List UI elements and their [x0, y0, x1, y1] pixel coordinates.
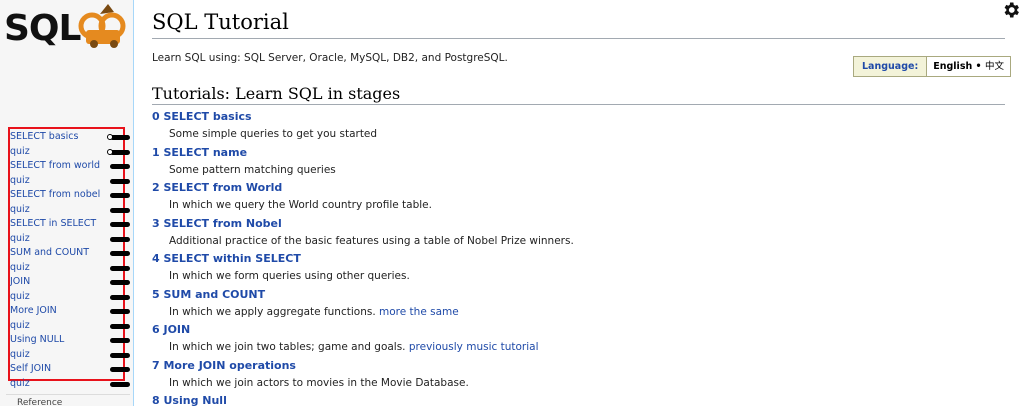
sidebar-item-label[interactable]: quiz: [10, 233, 30, 244]
sidebar-item-lesson[interactable]: SUM and COUNT: [10, 246, 133, 260]
sidebar-item-lesson[interactable]: Using NULL: [10, 333, 133, 347]
sidebar-item-quiz[interactable]: quiz: [10, 174, 133, 188]
tutorial-description: In which we join two tables; game and go…: [169, 341, 539, 353]
sidebar-item-label[interactable]: quiz: [10, 204, 30, 215]
sidebar-item-quiz[interactable]: quiz: [10, 348, 133, 362]
tutorial-description: In which we apply aggregate functions. m…: [169, 305, 459, 318]
progress-indicator-icon: [110, 309, 130, 314]
language-english[interactable]: English: [933, 61, 972, 72]
language-separator: •: [975, 61, 982, 72]
tutorial-extra-link[interactable]: previously music tutorial: [409, 341, 539, 353]
progress-indicator-icon: [110, 280, 130, 285]
sidebar-item-quiz[interactable]: quiz: [10, 203, 133, 217]
progress-indicator-icon: [110, 381, 130, 387]
title-divider: [152, 38, 1005, 39]
tutorial-description: In which we form queries using other que…: [169, 270, 410, 282]
sidebar-reference-heading: Reference: [17, 398, 63, 408]
sidebar-item-label[interactable]: quiz: [10, 349, 30, 360]
tutorial-link[interactable]: 1 SELECT name: [152, 146, 247, 159]
progress-indicator-icon: [110, 338, 130, 343]
sidebar-item-quiz[interactable]: quiz: [10, 261, 133, 275]
sidebar-item-quiz[interactable]: quiz: [10, 319, 133, 333]
progress-indicator-icon: [107, 148, 130, 155]
tutorial-link[interactable]: 0 SELECT basics: [152, 110, 252, 123]
sidebar-item-label[interactable]: SUM and COUNT: [10, 247, 89, 258]
language-chinese[interactable]: 中文: [985, 61, 1004, 72]
sidebar-item-lesson[interactable]: SELECT in SELECT: [10, 217, 133, 231]
sidebar-item-quiz[interactable]: quiz: [10, 290, 133, 304]
sidebar: SQL SELECT basics quiz SELECT from world qu…: [0, 0, 134, 408]
sidebar-item-label[interactable]: quiz: [10, 378, 30, 389]
sidebar-item-lesson[interactable]: SELECT basics: [10, 130, 133, 144]
sidebar-item-lesson[interactable]: JOIN: [10, 275, 133, 289]
language-label[interactable]: Language:: [854, 57, 928, 76]
progress-indicator-icon: [110, 236, 130, 242]
tutorial-link[interactable]: 4 SELECT within SELECT: [152, 252, 301, 265]
progress-indicator-icon: [110, 193, 130, 198]
tutorial-extra-link[interactable]: more the same: [379, 306, 459, 318]
tutorial-link[interactable]: 5 SUM and COUNT: [152, 288, 265, 301]
tutorial-description: Some simple queries to get you started: [169, 128, 378, 140]
progress-indicator-icon: [110, 294, 130, 300]
tutorials-heading: Tutorials: Learn SQL in stages: [152, 84, 401, 103]
progress-indicator-icon: [110, 265, 130, 271]
tutorial-link[interactable]: 7 More JOIN operations: [152, 359, 296, 372]
sidebar-item-quiz[interactable]: quiz: [10, 377, 133, 391]
progress-indicator-icon: [110, 164, 130, 169]
progress-indicator-icon: [110, 251, 130, 256]
sidebar-item-label[interactable]: quiz: [10, 175, 30, 186]
tutorial-description: In which we query the World country prof…: [169, 199, 432, 211]
tutorial-description: In which we join actors to movies in the…: [169, 376, 469, 389]
sidebar-item-label[interactable]: SELECT from nobel: [10, 189, 100, 200]
intro-text: Learn SQL using: SQL Server, Oracle, MyS…: [152, 52, 508, 64]
sidebar-item-lesson[interactable]: Self JOIN: [10, 362, 133, 376]
sidebar-item-lesson[interactable]: More JOIN: [10, 304, 133, 318]
tutorial-link[interactable]: 6 JOIN: [152, 323, 190, 336]
tutorial-description: Additional practice of the basic feature…: [169, 234, 574, 247]
logo-text: SQL: [4, 8, 81, 49]
tutorial-link[interactable]: 3 SELECT from Nobel: [152, 217, 282, 230]
progress-indicator-icon: [107, 134, 130, 140]
sqlzoo-logo[interactable]: SQL: [4, 2, 130, 50]
tutorial-link[interactable]: 2 SELECT from World: [152, 181, 282, 194]
sidebar-item-label[interactable]: SELECT basics: [10, 131, 78, 142]
progress-indicator-icon: [110, 207, 130, 213]
sidebar-item-lesson[interactable]: SELECT from world: [10, 159, 133, 173]
sidebar-item-label[interactable]: quiz: [10, 262, 30, 273]
sidebar-item-label[interactable]: quiz: [10, 291, 30, 302]
sidebar-item-label[interactable]: JOIN: [10, 276, 30, 287]
progress-indicator-icon: [110, 323, 130, 329]
sidebar-item-lesson[interactable]: SELECT from nobel: [10, 188, 133, 202]
progress-indicator-icon: [110, 352, 130, 358]
sidebar-item-label[interactable]: SELECT from world: [10, 160, 100, 171]
tutorial-description: Some pattern matching queries: [169, 163, 336, 176]
sidebar-item-label[interactable]: Using NULL: [10, 334, 64, 345]
progress-indicator-icon: [110, 178, 130, 184]
sidebar-divider: [6, 394, 130, 395]
sidebar-item-label[interactable]: quiz: [10, 320, 30, 331]
sidebar-item-label[interactable]: SELECT in SELECT: [10, 218, 96, 229]
sidebar-item-label[interactable]: Self JOIN: [10, 363, 51, 374]
progress-indicator-icon: [110, 367, 130, 372]
sidebar-item-quiz[interactable]: quiz: [10, 232, 133, 246]
language-selector: Language: English • 中文: [853, 56, 1011, 77]
sidebar-item-label[interactable]: More JOIN: [10, 305, 57, 316]
gear-icon[interactable]: [1000, 0, 1022, 20]
sidebar-item-label[interactable]: quiz: [10, 146, 30, 157]
tutorial-link[interactable]: 8 Using Null: [152, 394, 227, 407]
page-title: SQL Tutorial: [152, 10, 289, 34]
sidebar-item-quiz[interactable]: quiz: [10, 145, 133, 159]
language-options: English • 中文: [927, 57, 1010, 76]
progress-indicator-icon: [110, 222, 130, 227]
tutorials-divider: [152, 104, 1005, 105]
